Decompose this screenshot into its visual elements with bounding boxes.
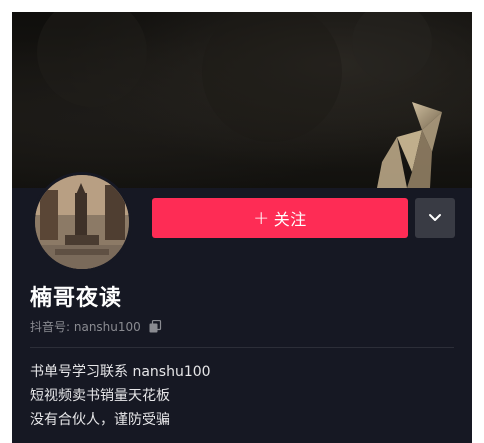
douyin-id: 抖音号: nanshu100 bbox=[30, 320, 141, 334]
follow-button[interactable]: + 关注 bbox=[152, 198, 408, 238]
follow-label: 关注 bbox=[273, 210, 307, 229]
bio: 书单号学习联系 nanshu100 短视频卖书销量天花板 没有合伙人，谨防受骗 bbox=[30, 360, 211, 432]
chevron-down-icon bbox=[429, 214, 441, 221]
avatar[interactable] bbox=[32, 172, 132, 272]
copy-icon[interactable] bbox=[149, 320, 162, 333]
more-options-button[interactable] bbox=[415, 198, 455, 238]
douyin-id-row: 抖音号: nanshu100 bbox=[30, 318, 162, 335]
bio-line: 短视频卖书销量天花板 bbox=[30, 388, 170, 404]
profile-card: + 关注 楠哥夜读 抖音号: nanshu100 书单号学习联系 nanshu1… bbox=[12, 12, 472, 443]
bio-line: 书单号学习联系 nanshu100 bbox=[30, 364, 211, 380]
plus-icon: + bbox=[253, 207, 270, 229]
bio-line: 没有合伙人，谨防受骗 bbox=[30, 412, 170, 428]
divider bbox=[30, 347, 454, 348]
nickname: 楠哥夜读 bbox=[30, 286, 123, 311]
cover-image bbox=[12, 12, 472, 188]
origami-figure bbox=[377, 102, 442, 188]
